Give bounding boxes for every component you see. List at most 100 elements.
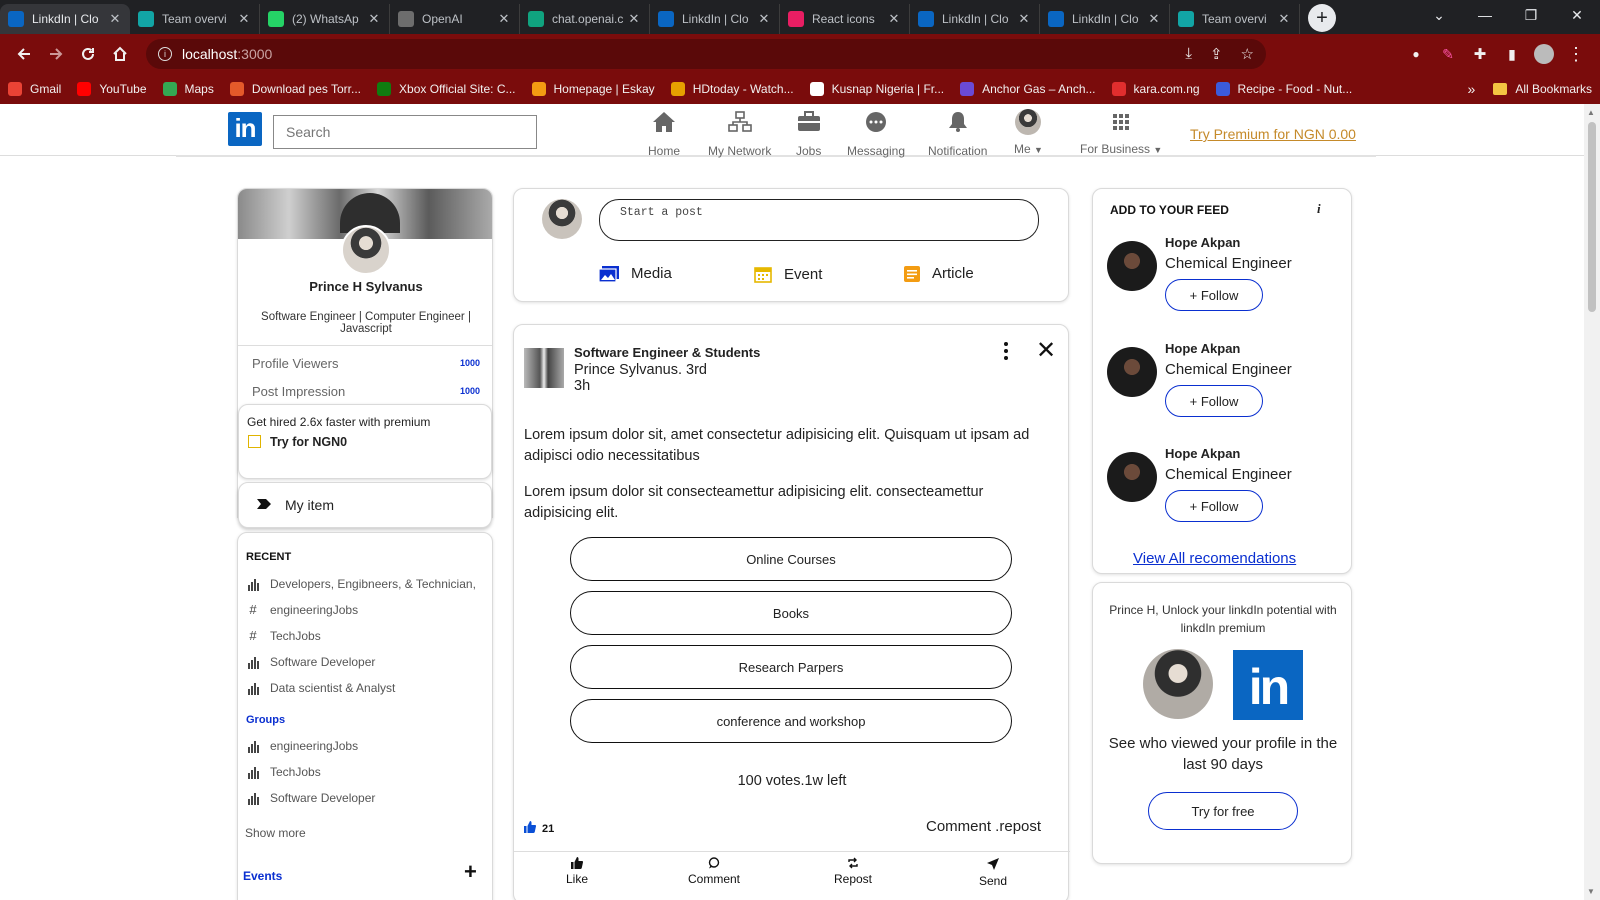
follow-button[interactable]: + Follow bbox=[1165, 385, 1263, 417]
bookmark-item[interactable]: Download pes Torr... bbox=[229, 82, 361, 96]
bookmark-item[interactable]: kara.com.ng bbox=[1111, 82, 1200, 96]
minimize-button[interactable]: — bbox=[1462, 7, 1508, 23]
browser-tab[interactable]: (2) WhatsAp ✕ bbox=[260, 4, 390, 34]
bookmark-item[interactable]: HDtoday - Watch... bbox=[670, 82, 794, 96]
try-for-free-button[interactable]: Try for free bbox=[1148, 792, 1298, 830]
bookmark-item[interactable]: Xbox Official Site: C... bbox=[377, 82, 516, 96]
show-more-link[interactable]: Show more bbox=[245, 826, 306, 840]
likes-count[interactable]: 21 bbox=[524, 821, 554, 836]
site-info-icon[interactable]: i bbox=[158, 47, 172, 61]
profile-name[interactable]: Prince H Sylvanus bbox=[238, 279, 492, 294]
comment-button[interactable]: Comment bbox=[669, 857, 759, 886]
close-tab-icon[interactable]: ✕ bbox=[887, 11, 901, 27]
profile-avatar[interactable] bbox=[341, 225, 391, 275]
recent-item[interactable]: # TechJobs bbox=[246, 623, 486, 649]
share-icon[interactable]: ⇪ bbox=[1210, 45, 1223, 63]
like-button[interactable]: Like bbox=[532, 857, 622, 886]
pen-extension-icon[interactable]: ✎ bbox=[1432, 38, 1464, 70]
nav-messaging[interactable]: Messaging bbox=[847, 110, 905, 158]
page-scrollbar[interactable]: ▲ ▼ bbox=[1584, 104, 1600, 900]
recommendation-avatar[interactable] bbox=[1107, 347, 1157, 397]
scroll-down-icon[interactable]: ▼ bbox=[1587, 887, 1595, 896]
post-title[interactable]: Software Engineer & Students bbox=[574, 345, 760, 360]
bookmark-item[interactable]: Homepage | Eskay bbox=[531, 82, 655, 96]
browser-tab[interactable]: LinkdIn | Clo ✕ bbox=[910, 4, 1040, 34]
my-item-button[interactable]: My item bbox=[238, 482, 492, 528]
menu-icon[interactable]: ⋮ bbox=[1560, 38, 1592, 70]
follow-button[interactable]: + Follow bbox=[1165, 279, 1263, 311]
post-author-avatar[interactable] bbox=[524, 348, 564, 388]
recommendation-name[interactable]: Hope Akpan bbox=[1165, 235, 1240, 250]
close-tab-icon[interactable]: ✕ bbox=[108, 11, 122, 27]
tab-search-icon[interactable]: ⌄ bbox=[1416, 7, 1462, 24]
browser-tab[interactable]: OpenAI ✕ bbox=[390, 4, 520, 34]
reload-button[interactable] bbox=[72, 38, 104, 70]
media-button[interactable]: Media bbox=[599, 265, 672, 282]
bookmarks-more-button[interactable]: » bbox=[1468, 81, 1476, 97]
try-premium-link[interactable]: Try Premium for NGN 0.00 bbox=[1190, 126, 1356, 142]
nav-notification[interactable]: Notification bbox=[928, 110, 987, 158]
back-button[interactable] bbox=[8, 38, 40, 70]
nav-home[interactable]: Home bbox=[648, 110, 680, 158]
bookmark-item[interactable]: Gmail bbox=[8, 82, 61, 96]
close-tab-icon[interactable]: ✕ bbox=[627, 11, 641, 27]
browser-tab[interactable]: LinkdIn | Clo ✕ bbox=[0, 4, 130, 34]
poll-option[interactable]: conference and workshop bbox=[570, 699, 1012, 743]
close-window-button[interactable]: ✕ bbox=[1554, 7, 1600, 24]
recommendation-avatar[interactable] bbox=[1107, 241, 1157, 291]
stat-profile-viewers[interactable]: Profile Viewers 1000 bbox=[238, 349, 492, 377]
close-tab-icon[interactable]: ✕ bbox=[497, 11, 511, 27]
recommendation-name[interactable]: Hope Akpan bbox=[1165, 341, 1240, 356]
install-icon[interactable]: ⤓ bbox=[1185, 45, 1192, 63]
recommendation-avatar[interactable] bbox=[1107, 452, 1157, 502]
nav-for-business[interactable]: For Business ▼ bbox=[1080, 110, 1162, 156]
scroll-up-icon[interactable]: ▲ bbox=[1587, 108, 1595, 117]
close-tab-icon[interactable]: ✕ bbox=[757, 11, 771, 27]
linkedin-logo[interactable]: in bbox=[228, 112, 262, 146]
events-heading[interactable]: Events bbox=[243, 869, 282, 883]
browser-tab[interactable]: LinkdIn | Clo ✕ bbox=[1040, 4, 1170, 34]
all-bookmarks-link[interactable]: All Bookmarks bbox=[1515, 82, 1592, 96]
close-tab-icon[interactable]: ✕ bbox=[237, 11, 251, 27]
side-panel-icon[interactable]: ▮ bbox=[1496, 38, 1528, 70]
bookmark-item[interactable]: Anchor Gas – Anch... bbox=[960, 82, 1096, 96]
premium-box[interactable]: Get hired 2.6x faster with premium Try f… bbox=[238, 404, 492, 479]
add-event-icon[interactable]: + bbox=[464, 859, 477, 885]
poll-option[interactable]: Books bbox=[570, 591, 1012, 635]
recent-item[interactable]: TechJobs bbox=[246, 759, 486, 785]
nav-me[interactable]: Me ▼ bbox=[1014, 109, 1043, 156]
recommendation-name[interactable]: Hope Akpan bbox=[1165, 446, 1240, 461]
browser-tab[interactable]: Team overvi ✕ bbox=[130, 4, 260, 34]
groups-heading[interactable]: Groups bbox=[246, 714, 285, 726]
close-tab-icon[interactable]: ✕ bbox=[367, 11, 381, 27]
restore-button[interactable]: ❐ bbox=[1508, 7, 1554, 24]
recent-item[interactable]: Software Developer bbox=[246, 785, 486, 811]
bookmark-item[interactable]: Recipe - Food - Nut... bbox=[1215, 82, 1352, 96]
browser-tab[interactable]: React icons ✕ bbox=[780, 4, 910, 34]
view-all-recommendations-link[interactable]: View All recomendations bbox=[1133, 550, 1296, 567]
close-icon[interactable]: ✕ bbox=[1036, 339, 1056, 363]
info-icon[interactable]: i bbox=[1317, 201, 1321, 217]
recent-item[interactable]: Software Developer bbox=[246, 649, 486, 675]
premium-cta[interactable]: Try for NGN0 bbox=[270, 435, 347, 449]
recent-item[interactable]: Data scientist & Analyst bbox=[246, 675, 486, 701]
close-tab-icon[interactable]: ✕ bbox=[1277, 11, 1291, 27]
poll-option[interactable]: Online Courses bbox=[570, 537, 1012, 581]
nav-jobs[interactable]: Jobs bbox=[796, 110, 821, 158]
poll-option[interactable]: Research Parpers bbox=[570, 645, 1012, 689]
event-button[interactable]: Event bbox=[754, 265, 822, 283]
browser-tab[interactable]: LinkdIn | Clo ✕ bbox=[650, 4, 780, 34]
extension-icon[interactable]: ● bbox=[1400, 38, 1432, 70]
recent-item[interactable]: engineeringJobs bbox=[246, 733, 486, 759]
close-tab-icon[interactable]: ✕ bbox=[1147, 11, 1161, 27]
profile-avatar[interactable] bbox=[1528, 38, 1560, 70]
recent-item[interactable]: Developers, Engibneers, & Technician, bbox=[246, 571, 486, 597]
bookmark-star-icon[interactable]: ☆ bbox=[1241, 45, 1254, 63]
recent-item[interactable]: # engineeringJobs bbox=[246, 597, 486, 623]
article-button[interactable]: Article bbox=[904, 265, 974, 282]
forward-button[interactable] bbox=[40, 38, 72, 70]
puzzle-icon[interactable]: ✚ bbox=[1464, 38, 1496, 70]
comment-repost-count[interactable]: Comment .repost bbox=[926, 818, 1041, 835]
new-tab-button[interactable]: + bbox=[1308, 4, 1336, 32]
address-bar[interactable]: i localhost:3000 ⤓ ⇪ ☆ bbox=[146, 39, 1266, 69]
